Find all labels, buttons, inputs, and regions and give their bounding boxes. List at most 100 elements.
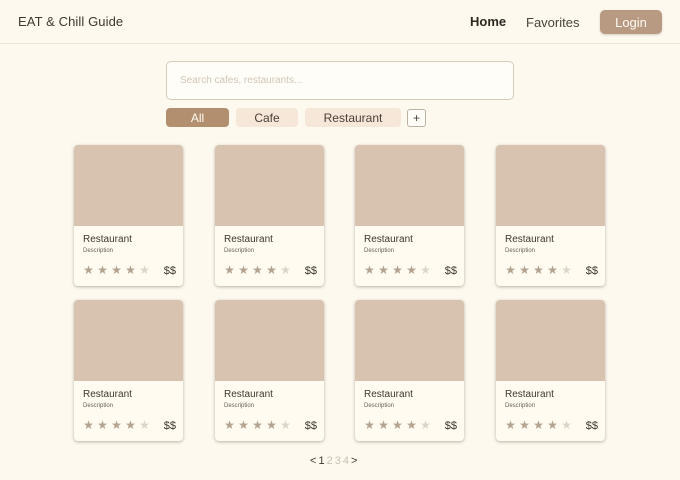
nav-favorites-link[interactable]: Favorites	[526, 15, 579, 30]
restaurant-card[interactable]: Restaurant Description ★ ★ ★ ★ ★ $$	[74, 300, 183, 441]
star-rating: ★ ★ ★ ★ ★	[223, 264, 292, 276]
search-input[interactable]	[167, 62, 513, 99]
nav-home-link[interactable]: Home	[470, 14, 506, 29]
card-price: $$	[304, 420, 317, 432]
star-rating: ★ ★ ★ ★ ★	[82, 264, 151, 276]
card-description: Description	[505, 403, 536, 409]
card-price: $$	[444, 265, 457, 277]
star-icon: ★	[280, 263, 291, 277]
filter-cafe-chip[interactable]: Cafe	[236, 108, 298, 127]
card-price: $$	[304, 265, 317, 277]
star-icon: ★	[125, 263, 136, 277]
star-icon: ★	[266, 418, 277, 432]
card-description: Description	[364, 248, 395, 254]
card-title: Restaurant	[505, 389, 554, 400]
page-1-link[interactable]: 1	[318, 455, 324, 467]
star-icon: ★	[97, 263, 108, 277]
card-image-placeholder	[496, 300, 605, 381]
star-icon: ★	[252, 418, 263, 432]
restaurant-card[interactable]: Restaurant Description ★ ★ ★ ★ ★ $$	[215, 300, 324, 441]
star-icon: ★	[224, 418, 235, 432]
star-icon: ★	[224, 263, 235, 277]
card-description: Description	[505, 248, 536, 254]
next-page-button[interactable]: >	[351, 455, 357, 467]
star-icon: ★	[364, 263, 375, 277]
card-description: Description	[224, 248, 255, 254]
star-icon: ★	[406, 263, 417, 277]
card-description: Description	[224, 403, 255, 409]
card-title: Restaurant	[505, 234, 554, 245]
page-3-link[interactable]: 3	[335, 455, 341, 467]
app-title: EAT & Chill Guide	[18, 14, 124, 29]
star-icon: ★	[125, 418, 136, 432]
pagination: < 1 2 3 4 >	[310, 455, 357, 467]
card-title: Restaurant	[83, 389, 132, 400]
star-icon: ★	[533, 263, 544, 277]
restaurant-card[interactable]: Restaurant Description ★ ★ ★ ★ ★ $$	[355, 300, 464, 441]
star-icon: ★	[505, 263, 516, 277]
star-icon: ★	[280, 418, 291, 432]
star-icon: ★	[364, 418, 375, 432]
filter-restaurant-chip[interactable]: Restaurant	[305, 108, 401, 127]
star-icon: ★	[420, 418, 431, 432]
card-image-placeholder	[215, 300, 324, 381]
star-icon: ★	[505, 418, 516, 432]
restaurant-card[interactable]: Restaurant Description ★ ★ ★ ★ ★ $$	[215, 145, 324, 286]
star-rating: ★ ★ ★ ★ ★	[82, 419, 151, 431]
card-image-placeholder	[215, 145, 324, 226]
card-title: Restaurant	[224, 234, 273, 245]
star-rating: ★ ★ ★ ★ ★	[363, 419, 432, 431]
star-rating: ★ ★ ★ ★ ★	[363, 264, 432, 276]
card-image-placeholder	[74, 300, 183, 381]
login-button[interactable]: Login	[600, 10, 662, 34]
card-image-placeholder	[74, 145, 183, 226]
star-icon: ★	[533, 418, 544, 432]
star-rating: ★ ★ ★ ★ ★	[504, 264, 573, 276]
card-price: $$	[585, 265, 598, 277]
star-icon: ★	[266, 263, 277, 277]
star-icon: ★	[561, 263, 572, 277]
page-4-link[interactable]: 4	[343, 455, 349, 467]
star-icon: ★	[238, 418, 249, 432]
card-image-placeholder	[355, 145, 464, 226]
card-description: Description	[83, 403, 114, 409]
header: EAT & Chill Guide Home Favorites Login	[0, 0, 680, 44]
star-icon: ★	[111, 418, 122, 432]
search-box	[166, 61, 514, 100]
restaurant-card[interactable]: Restaurant Description ★ ★ ★ ★ ★ $$	[496, 145, 605, 286]
star-icon: ★	[139, 418, 150, 432]
card-price: $$	[163, 265, 176, 277]
card-title: Restaurant	[364, 234, 413, 245]
card-price: $$	[163, 420, 176, 432]
filter-all-chip[interactable]: All	[166, 108, 229, 127]
restaurant-card[interactable]: Restaurant Description ★ ★ ★ ★ ★ $$	[496, 300, 605, 441]
restaurant-card[interactable]: Restaurant Description ★ ★ ★ ★ ★ $$	[355, 145, 464, 286]
star-icon: ★	[378, 263, 389, 277]
star-icon: ★	[97, 418, 108, 432]
star-icon: ★	[252, 263, 263, 277]
star-icon: ★	[547, 418, 558, 432]
star-icon: ★	[519, 418, 530, 432]
star-icon: ★	[561, 418, 572, 432]
page: EAT & Chill Guide Home Favorites Login A…	[0, 0, 680, 480]
star-icon: ★	[378, 418, 389, 432]
add-filter-button[interactable]: +	[407, 109, 426, 127]
star-icon: ★	[238, 263, 249, 277]
star-icon: ★	[420, 263, 431, 277]
card-price: $$	[444, 420, 457, 432]
card-price: $$	[585, 420, 598, 432]
star-icon: ★	[406, 418, 417, 432]
prev-page-button[interactable]: <	[310, 455, 316, 467]
star-icon: ★	[392, 418, 403, 432]
star-rating: ★ ★ ★ ★ ★	[504, 419, 573, 431]
page-2-link[interactable]: 2	[327, 455, 333, 467]
card-title: Restaurant	[224, 389, 273, 400]
star-icon: ★	[519, 263, 530, 277]
restaurant-card[interactable]: Restaurant Description ★ ★ ★ ★ ★ $$	[74, 145, 183, 286]
star-rating: ★ ★ ★ ★ ★	[223, 419, 292, 431]
star-icon: ★	[83, 263, 94, 277]
card-title: Restaurant	[83, 234, 132, 245]
card-image-placeholder	[355, 300, 464, 381]
star-icon: ★	[83, 418, 94, 432]
star-icon: ★	[111, 263, 122, 277]
